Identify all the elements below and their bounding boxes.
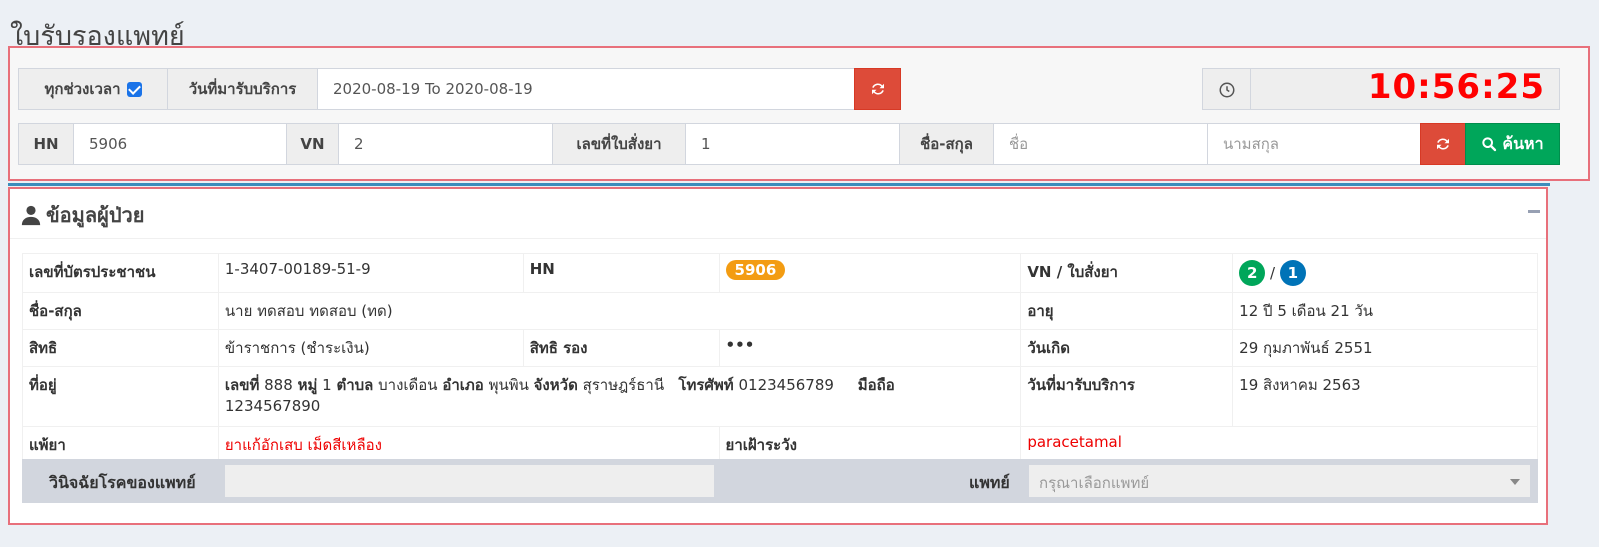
addr-amphoe: พุนพิน (488, 376, 529, 394)
addr-province: สุราษฎร์ธานี (582, 376, 665, 394)
birth-value: 29 กุมภาพันธ์ 2551 (1232, 329, 1538, 367)
allergy-value: ยาแก้อักเสบ เม็ดสีเหลือง (217, 426, 720, 464)
date-refresh-button[interactable] (854, 68, 901, 110)
table-row: สิทธิ ข้าราชการ (ชำระเงิน) สิทธิ รอง •••… (22, 329, 1538, 367)
patient-panel-title-text: ข้อมูลผู้ป่วย (46, 203, 145, 227)
right-label: สิทธิ (22, 329, 219, 367)
rx-input[interactable]: 1 (685, 123, 900, 165)
vn-label: VN (286, 123, 339, 165)
search-reset-button[interactable] (1420, 123, 1466, 165)
id-card-value: 1-3407-00189-51-9 (217, 253, 524, 293)
search-button[interactable]: ค้นหา (1465, 123, 1560, 165)
address-value: เลขที่ 888 หมู่ 1 ตำบล บางเดือน อำเภอ พุ… (217, 366, 1022, 427)
addr-moo-label: หมู่ (297, 376, 318, 394)
name-info-label: ชื่อ-สกุล (22, 292, 219, 330)
doctor-placeholder: กรุณาเลือกแพทย์ (1039, 474, 1150, 492)
clock-icon-addon (1202, 68, 1251, 110)
addr-province-label: จังหวัด (533, 376, 578, 394)
patient-info-table: เลขที่บัตรประชาชน 1-3407-00189-51-9 HN 5… (22, 253, 1538, 464)
vn-badge: 2 (1239, 260, 1266, 286)
clock-display: 10:56:25 (1250, 67, 1560, 110)
collapse-button[interactable] (1528, 201, 1542, 221)
search-button-label: ค้นหา (1502, 133, 1544, 153)
addr-no: 888 (264, 376, 293, 394)
all-time-addon: ทุกช่วงเวลา (18, 68, 168, 110)
hn-badge: 5906 (725, 260, 786, 280)
name-label: ชื่อ-สกุล (899, 123, 994, 165)
vn-rx-separator: / (1269, 264, 1276, 282)
sub-right-value: ••• (718, 329, 1022, 367)
vn-input[interactable]: 2 (338, 123, 553, 165)
diagnosis-label: วินิจฉัยโรคของแพทย์ (49, 473, 196, 492)
search-row-fields: HN 5906 VN 2 เลขที่ใบสั่งยา 1 ชื่อ-สกุล … (18, 123, 1584, 167)
visit-date-value: 19 สิงหาคม 2563 (1232, 366, 1538, 427)
diagnosis-row: วินิจฉัยโรคของแพทย์ แพทย์ กรุณาเลือกแพทย… (22, 459, 1538, 503)
hn-info-cell: 5906 (718, 253, 1022, 293)
hn-info-label: HN (522, 253, 720, 293)
service-date-label: วันที่มารับบริการ (167, 68, 318, 110)
diagnosis-input[interactable] (224, 464, 715, 498)
vn-rx-cell: 2 / 1 (1232, 253, 1538, 293)
vn-rx-label: VN / ใบสั่งยา (1020, 253, 1234, 293)
search-row-date: ทุกช่วงเวลา วันที่มารับบริการ 2020-08-19… (18, 67, 1584, 112)
search-icon (1482, 137, 1497, 152)
addr-tambon: บางเดือน (378, 376, 438, 394)
minus-icon (1528, 209, 1540, 213)
addr-postcode: 1234567890 (224, 397, 321, 415)
patient-panel-header: ข้อมูลผู้ป่วย (10, 189, 1546, 239)
last-name-input[interactable]: นามสกุล (1207, 123, 1421, 165)
refresh-icon (1437, 138, 1449, 150)
phone-value: 0123456789 (738, 376, 834, 394)
hn-label: HN (18, 123, 74, 165)
sub-right-label: สิทธิ รอง (522, 329, 720, 367)
allergy-label: แพ้ยา (22, 426, 219, 464)
age-label: อายุ (1020, 292, 1234, 330)
id-card-label: เลขที่บัตรประชาชน (22, 253, 219, 293)
date-range-input[interactable]: 2020-08-19 To 2020-08-19 (317, 68, 855, 110)
name-value: นาย ทดสอบ ทดสอบ (ทด) (217, 292, 1022, 330)
table-row: ชื่อ-สกุล นาย ทดสอบ ทดสอบ (ทด) อายุ 12 ป… (22, 292, 1538, 330)
watch-value: paracetamal (1020, 426, 1538, 464)
addr-amphoe-label: อำเภอ (442, 376, 484, 394)
table-row: แพ้ยา ยาแก้อักเสบ เม็ดสีเหลือง ยาเฝ้าระว… (22, 426, 1538, 464)
addr-tambon-label: ตำบล (336, 376, 374, 394)
phone-label: โทรศัพท์ (678, 376, 734, 394)
right-value: ข้าราชการ (ชำระเงิน) (217, 329, 524, 367)
user-icon (21, 205, 41, 226)
watch-label: ยาเฝ้าระวัง (718, 426, 1022, 464)
first-name-input[interactable]: ชื่อ (993, 123, 1208, 165)
chevron-down-icon (1510, 479, 1520, 485)
visit-date-label: วันที่มารับบริการ (1020, 366, 1234, 427)
patient-panel-title: ข้อมูลผู้ป่วย (20, 199, 145, 231)
refresh-icon (871, 83, 884, 95)
all-time-checkbox[interactable] (126, 81, 142, 97)
all-time-label: ทุกช่วงเวลา (44, 80, 121, 98)
addr-no-label: เลขที่ (224, 376, 260, 394)
age-value: 12 ปี 5 เดือน 21 วัน (1232, 292, 1538, 330)
mobile-label: มือถือ (857, 376, 895, 394)
address-label: ที่อยู่ (22, 366, 219, 427)
table-row: เลขที่บัตรประชาชน 1-3407-00189-51-9 HN 5… (22, 253, 1538, 293)
section-divider (8, 183, 1550, 186)
hn-input[interactable]: 5906 (73, 123, 287, 165)
doctor-select[interactable]: กรุณาเลือกแพทย์ (1028, 464, 1531, 498)
clock-time: 10:56:25 (1367, 67, 1545, 107)
birth-label: วันเกิด (1020, 329, 1234, 367)
addr-moo: 1 (322, 376, 332, 394)
search-panel: ทุกช่วงเวลา วันที่มารับบริการ 2020-08-19… (8, 46, 1590, 181)
rx-label: เลขที่ใบสั่งยา (552, 123, 686, 165)
rx-badge: 1 (1279, 260, 1306, 286)
patient-panel: ข้อมูลผู้ป่วย เลขที่บัตรประชาชน 1-3407-0… (8, 187, 1548, 525)
doctor-label: แพทย์ (969, 473, 1010, 492)
table-row: ที่อยู่ เลขที่ 888 หมู่ 1 ตำบล บางเดือน … (22, 366, 1538, 427)
clock-icon (1219, 82, 1235, 98)
